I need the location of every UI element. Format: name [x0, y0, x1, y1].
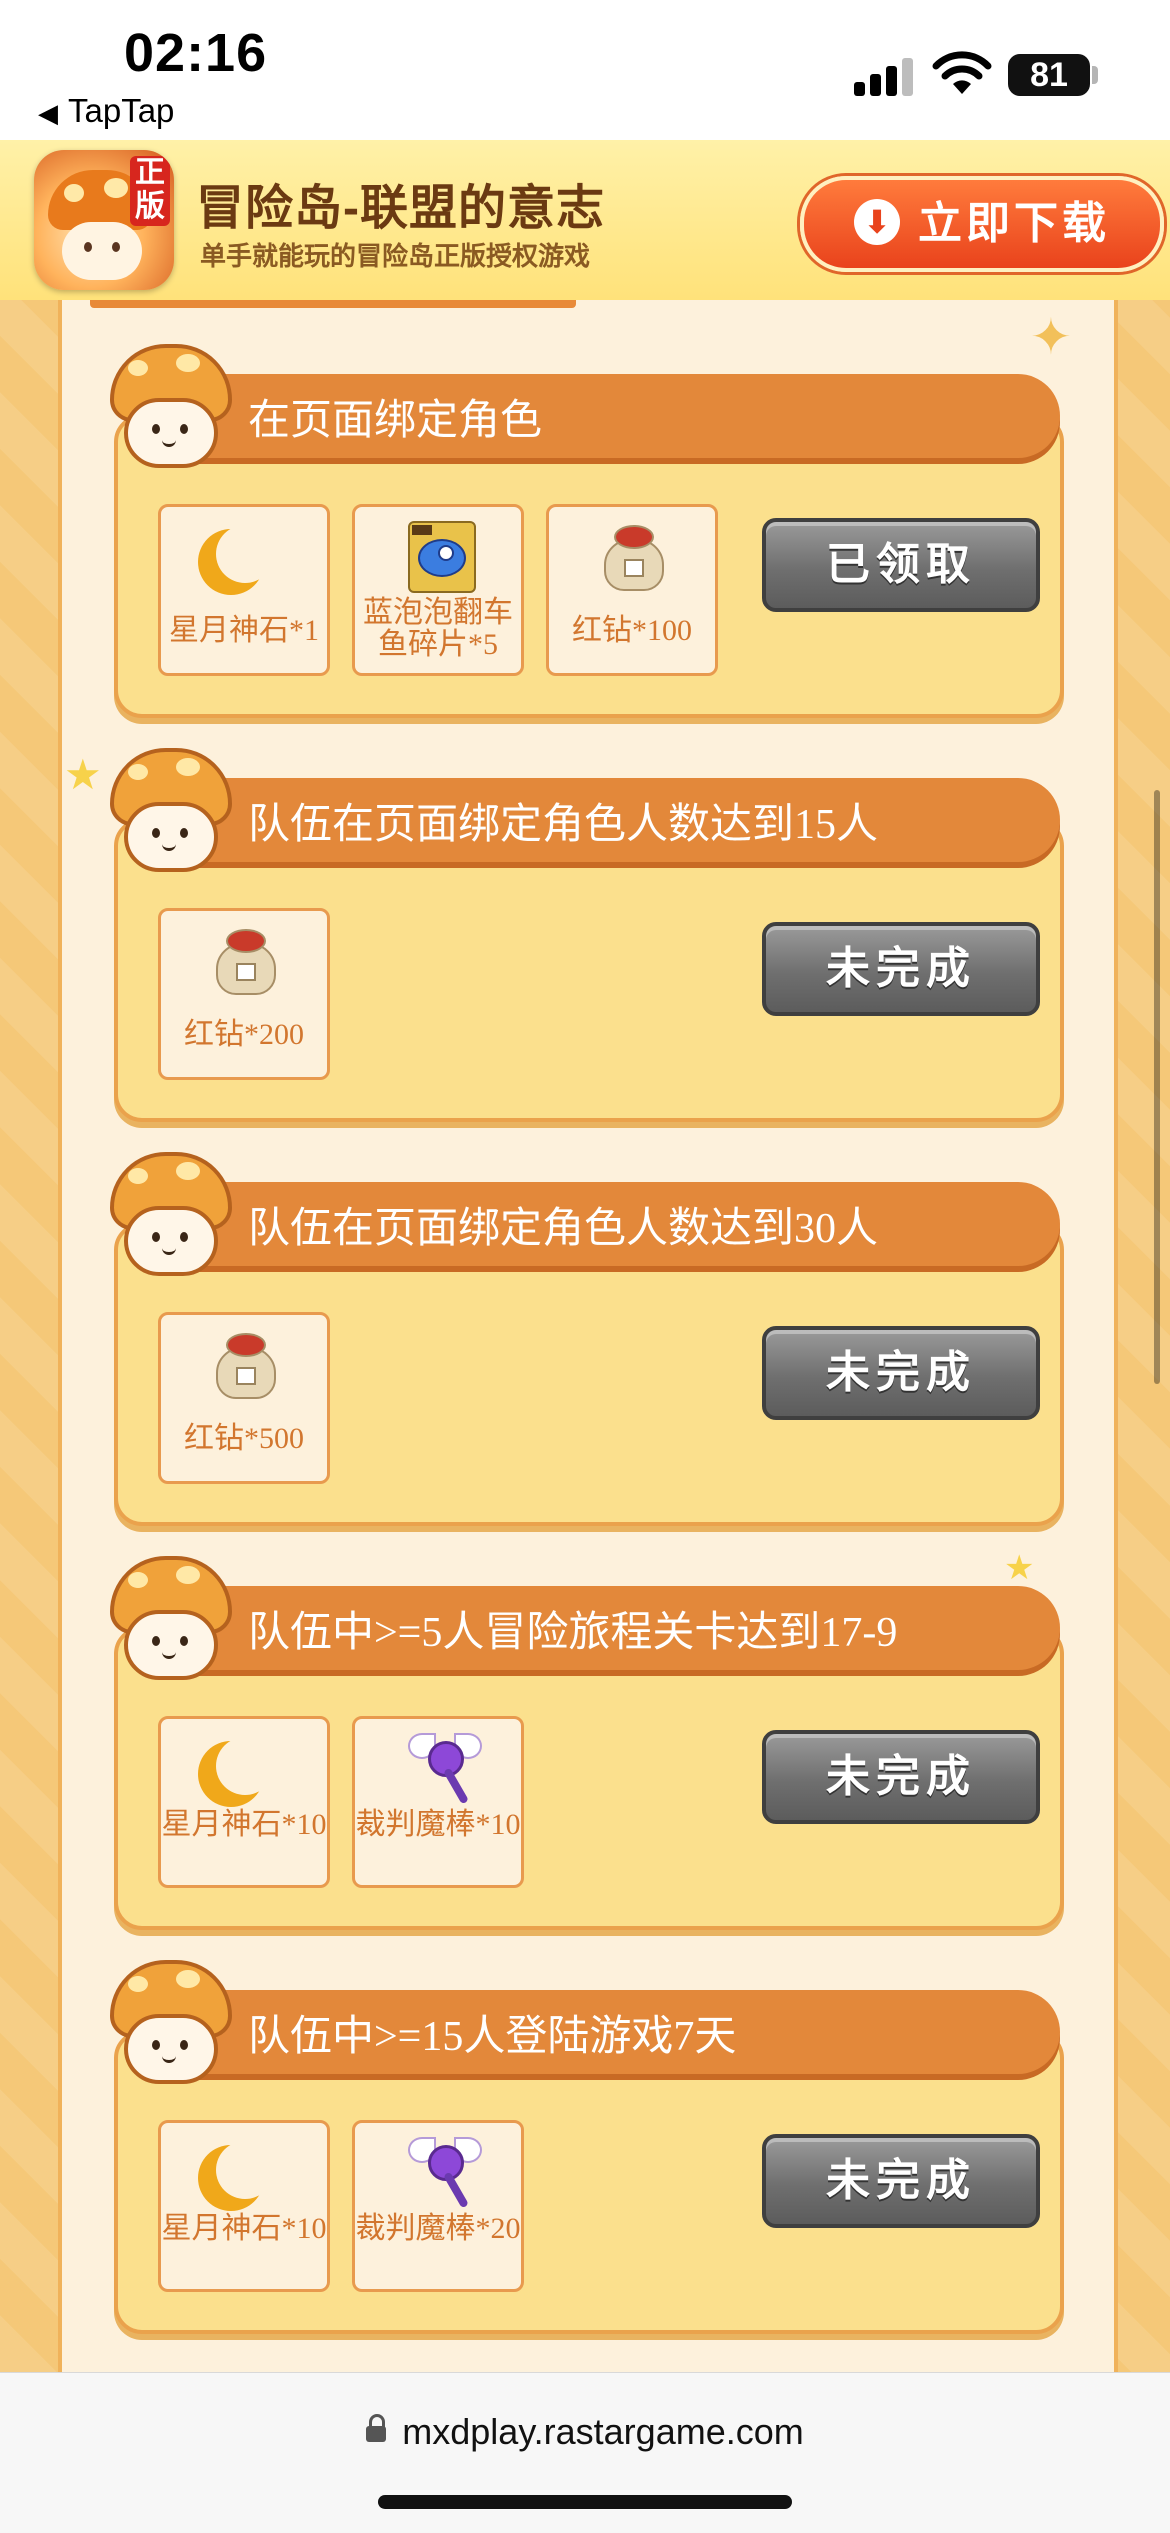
mushroom-mascot-icon — [106, 1150, 232, 1276]
task-card: 队伍在页面绑定角色人数达到15人 红钻*200 未完成 — [110, 748, 1064, 1122]
reward-item[interactable]: 红钻*100 — [546, 504, 718, 676]
download-label: 立即下载 — [918, 199, 1110, 248]
panel-top-accent — [90, 300, 576, 308]
moon-stone-icon — [204, 2137, 284, 2207]
official-badge: 正版 — [130, 156, 170, 226]
app-download-banner[interactable]: 正版 冒险岛-联盟的意志 单手就能玩的冒险岛正版授权游戏 ⬇ 立即下载 — [0, 140, 1170, 302]
task-title: 队伍在页面绑定角色人数达到30人 — [248, 1206, 879, 1252]
url-text: mxdplay.rastargame.com — [402, 2411, 804, 2452]
reward-label: 裁判魔棒*20 — [355, 2212, 521, 2245]
reward-label: 蓝泡泡翻车鱼碎片*5 — [363, 596, 513, 661]
mushroom-mascot-icon — [106, 746, 232, 872]
battery-icon: 81 — [1008, 54, 1090, 96]
mushroom-mascot-icon — [106, 1554, 232, 1680]
task-card: 队伍在页面绑定角色人数达到30人 红钻*500 未完成 — [110, 1152, 1064, 1526]
download-icon: ⬇ — [854, 199, 900, 246]
reward-item[interactable]: 裁判魔棒*20 — [352, 2120, 524, 2292]
reward-item[interactable]: 红钻*500 — [158, 1312, 330, 1484]
task-card: 队伍中>=5人冒险旅程关卡达到17-9 星月神石*10 裁判魔棒*10 未完成 — [110, 1556, 1064, 1930]
url-field[interactable]: mxdplay.rastargame.com — [0, 2411, 1170, 2453]
browser-address-bar[interactable]: mxdplay.rastargame.com — [0, 2372, 1170, 2533]
red-diamond-bag-icon — [592, 521, 672, 591]
wifi-icon — [932, 51, 992, 94]
task-status-button[interactable]: 未完成 — [762, 1730, 1040, 1824]
task-status-button[interactable]: 未完成 — [762, 1326, 1040, 1420]
fish-fragment-icon — [398, 521, 478, 593]
task-status-button[interactable]: 已领取 — [762, 518, 1040, 612]
reward-item[interactable]: 星月神石*10 — [158, 2120, 330, 2292]
maple-leaf-icon: ✦ — [1030, 309, 1072, 365]
reward-label: 裁判魔棒*10 — [355, 1808, 521, 1841]
task-status-button[interactable]: 未完成 — [762, 2134, 1040, 2228]
task-title: 队伍在页面绑定角色人数达到15人 — [248, 802, 879, 848]
download-button[interactable]: ⬇ 立即下载 — [800, 176, 1164, 272]
reward-label: 星月神石*10 — [161, 2212, 327, 2245]
lock-icon — [366, 2414, 387, 2442]
task-status-button[interactable]: 未完成 — [762, 922, 1040, 1016]
reward-item[interactable]: 星月神石*10 — [158, 1716, 330, 1888]
reward-item[interactable]: 红钻*200 — [158, 908, 330, 1080]
reward-label: 红钻*200 — [184, 1018, 304, 1051]
reward-item[interactable]: 裁判魔棒*10 — [352, 1716, 524, 1888]
back-app-label: TapTap — [68, 92, 175, 129]
home-indicator[interactable] — [378, 2495, 792, 2509]
reward-label: 红钻*500 — [184, 1422, 304, 1455]
banner-title: 冒险岛-联盟的意志 — [196, 182, 605, 235]
back-to-app-link[interactable]: ◀ TapTap — [38, 92, 174, 130]
battery-tip — [1092, 66, 1098, 84]
moon-stone-icon — [204, 1733, 284, 1803]
task-card: 队伍中>=15人登陆游戏7天 星月神石*10 裁判魔棒*20 未完成 — [110, 1960, 1064, 2334]
app-icon: 正版 — [34, 150, 174, 290]
judge-wand-icon — [398, 1733, 482, 1805]
task-title: 队伍中>=5人冒险旅程关卡达到17-9 — [248, 1610, 898, 1656]
reward-label: 星月神石*10 — [161, 1808, 327, 1841]
reward-item[interactable]: 蓝泡泡翻车鱼碎片*5 — [352, 504, 524, 676]
mushroom-mascot-icon — [106, 1958, 232, 2084]
mushroom-mascot-icon — [106, 342, 232, 468]
scrollbar[interactable] — [1154, 790, 1160, 1384]
banner-subtitle: 单手就能玩的冒险岛正版授权游戏 — [200, 241, 591, 271]
task-title: 队伍中>=15人登陆游戏7天 — [248, 2014, 737, 2060]
reward-label: 红钻*100 — [572, 614, 692, 647]
cellular-signal-icon — [854, 52, 914, 96]
reward-item[interactable]: 星月神石*1 — [158, 504, 330, 676]
red-diamond-bag-icon — [204, 925, 284, 995]
red-diamond-bag-icon — [204, 1329, 284, 1399]
task-title: 在页面绑定角色 — [248, 398, 543, 444]
status-bar: 02:16 ◀ TapTap 81 — [0, 0, 1170, 140]
moon-stone-icon — [204, 521, 284, 591]
star-icon: ★ — [1004, 1549, 1035, 1587]
task-card: 在页面绑定角色 星月神石*1 蓝泡泡翻车鱼碎片*5 红钻*100 已领取 — [110, 344, 1064, 718]
reward-label: 星月神石*1 — [169, 614, 319, 647]
status-time: 02:16 — [124, 23, 268, 83]
star-icon: ★ — [64, 751, 102, 798]
judge-wand-icon — [398, 2137, 482, 2209]
back-arrow-icon: ◀ — [38, 98, 58, 128]
